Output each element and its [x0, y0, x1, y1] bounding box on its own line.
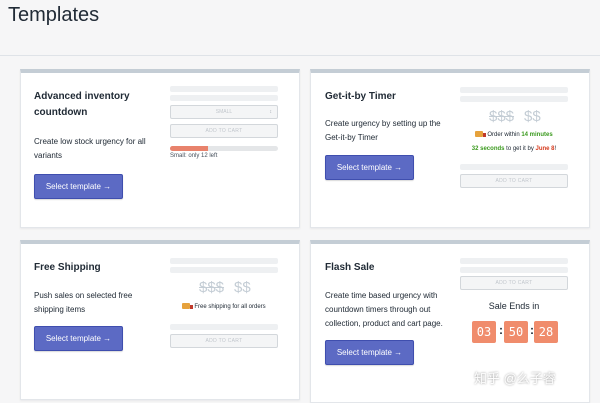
truck-icon [475, 131, 487, 137]
add-to-cart-button[interactable]: ADD TO CART [170, 124, 278, 138]
card-title: Advanced inventory countdown [34, 91, 130, 118]
select-template-button[interactable]: Select template → [34, 326, 123, 351]
top-bar: Templates [0, 0, 600, 56]
placeholder-line [170, 324, 278, 330]
price-old: $$$ [489, 108, 515, 125]
chevron-updown-icon: ↕ [269, 109, 273, 115]
stock-note: Small: only 12 left [170, 153, 218, 159]
order-within-line: Order within 14 minutes [460, 131, 568, 138]
select-template-button[interactable]: Select template → [34, 174, 123, 199]
placeholder-line [460, 96, 568, 102]
placeholder-line [170, 258, 278, 264]
template-card-shipping: Free Shipping Push sales on selected fre… [20, 240, 300, 400]
price-new: $$ [524, 108, 541, 125]
stock-progress-bar [170, 146, 278, 151]
sale-ends-label: Sale Ends in [488, 301, 540, 311]
price-new: $$ [234, 279, 251, 296]
card-title: Free Shipping [34, 262, 101, 273]
countdown-minutes: 50 [504, 321, 528, 343]
placeholder-line [460, 87, 568, 93]
placeholder-line [170, 267, 278, 273]
variant-select-value: SMALL [215, 109, 233, 115]
truck-icon [182, 303, 194, 309]
price-display: $$$ $$ [489, 108, 541, 125]
countdown-separator: : [499, 323, 503, 337]
free-shipping-line: Free shipping for all orders [170, 303, 278, 310]
add-to-cart-button[interactable]: ADD TO CART [460, 174, 568, 188]
placeholder-line [460, 258, 568, 264]
template-card-timer: Get-it-by Timer Create urgency by settin… [310, 69, 590, 228]
template-card-inventory: Advanced inventory countdown Create low … [20, 69, 300, 228]
page-title: Templates [8, 4, 100, 26]
placeholder-line [170, 86, 278, 92]
add-to-cart-button[interactable]: ADD TO CART [170, 334, 278, 348]
placeholder-line [460, 267, 568, 273]
add-to-cart-button[interactable]: ADD TO CART [460, 276, 568, 290]
price-display: $$$ $$ [199, 279, 251, 296]
countdown-seconds: 28 [534, 321, 558, 343]
card-description: Create urgency by setting up the Get-it-… [325, 119, 441, 142]
countdown-hours: 03 [472, 321, 496, 343]
select-template-button[interactable]: Select template → [325, 340, 414, 365]
card-title: Flash Sale [325, 262, 375, 273]
get-it-by-line: 32 seconds to get it by June 8! [471, 146, 557, 152]
placeholder-line [460, 164, 568, 170]
card-description: Push sales on selected free shipping ite… [34, 291, 133, 314]
variant-select[interactable]: SMALL ↕ [170, 105, 278, 119]
stock-progress-fill [170, 146, 208, 151]
select-template-button[interactable]: Select template → [325, 155, 414, 180]
card-description: Create low stock urgency for all variant… [34, 137, 146, 160]
watermark: 知乎 @么子睿 [474, 371, 556, 386]
card-description: Create time based urgency with countdown… [325, 291, 443, 328]
placeholder-line [170, 95, 278, 101]
price-old: $$$ [199, 279, 225, 296]
card-title: Get-it-by Timer [325, 91, 396, 102]
